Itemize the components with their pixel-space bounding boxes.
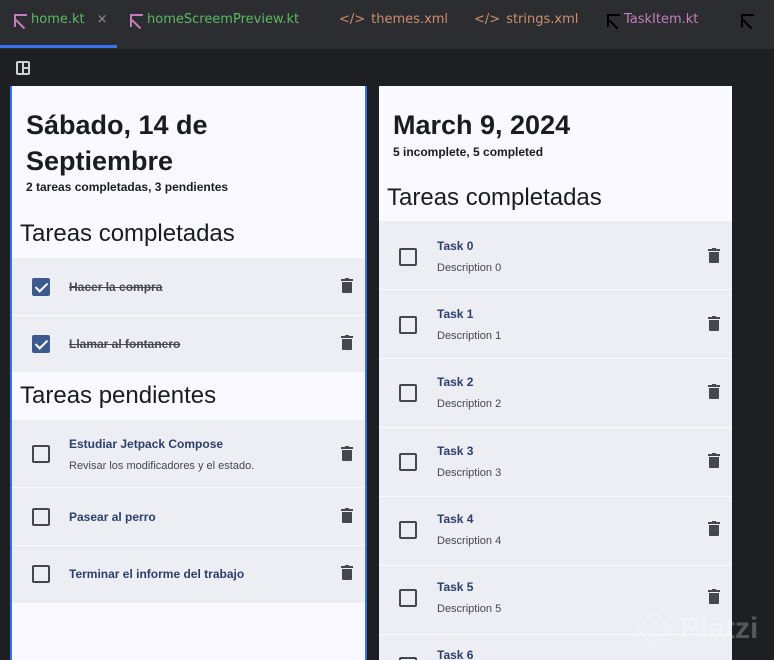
xml-file-icon: </> [474, 12, 501, 27]
tab-label: homeScreemPreview.kt [147, 12, 300, 27]
tab-strings-xml[interactable]: </> strings.xml [474, 12, 578, 48]
delete-icon[interactable] [708, 453, 720, 468]
task-title: Task 0 [437, 239, 474, 253]
preview-toolbar [0, 50, 774, 85]
active-tab-indicator [0, 45, 117, 48]
kotlin-file-icon [130, 14, 143, 27]
task-title: Llamar al fontanero [69, 337, 181, 351]
delete-icon[interactable] [341, 565, 353, 580]
tab-taskitem-kt[interactable]: TaskItem.kt [607, 12, 698, 48]
date-title-line1: Sábado, 14 de [26, 110, 208, 140]
kotlin-file-icon [741, 14, 754, 27]
completed-section-header: Tareas completadas [20, 220, 235, 247]
task-description: Description 0 [437, 262, 502, 274]
tab-label: home.kt [31, 12, 85, 27]
task-summary: 5 incomplete, 5 completed [393, 145, 544, 159]
delete-icon[interactable] [341, 446, 353, 461]
kotlin-file-icon [14, 14, 27, 27]
task-title: Hacer la compra [69, 280, 163, 294]
task-title: Task 5 [437, 580, 474, 594]
task-description: Description 3 [437, 467, 502, 479]
task-description: Description 2 [437, 398, 502, 410]
delete-icon[interactable] [341, 335, 353, 350]
pending-task-list: Estudiar Jetpack Compose Revisar los mod… [12, 420, 365, 603]
tab-label: strings.xml [506, 12, 579, 27]
task-summary: 2 tareas completadas, 3 pendientes [26, 180, 229, 194]
close-tab-icon[interactable]: × [97, 12, 108, 28]
task-checkbox[interactable] [399, 316, 417, 334]
editor-tab-bar: home.kt × homeScreemPreview.kt </> theme… [0, 0, 774, 50]
preview-home-screen[interactable]: Sábado, 14 de Septiembre 2 tareas comple… [10, 86, 367, 660]
task-title: Task 2 [437, 375, 474, 389]
task-title: Estudiar Jetpack Compose [69, 437, 224, 451]
task-item[interactable]: Task 2 Description 2 [379, 359, 732, 427]
tab-overflow[interactable] [741, 12, 754, 48]
delete-icon[interactable] [708, 316, 720, 331]
delete-icon[interactable] [341, 278, 353, 293]
delete-icon[interactable] [708, 384, 720, 399]
task-checkbox[interactable] [399, 589, 417, 607]
tab-themes-xml[interactable]: </> themes.xml [339, 12, 448, 48]
task-checkbox[interactable] [32, 335, 50, 353]
task-checkbox[interactable] [32, 508, 50, 526]
task-item[interactable]: Task 4 Description 4 [379, 497, 732, 565]
task-item[interactable]: Task 0 Description 0 [379, 221, 732, 289]
delete-icon[interactable] [708, 589, 720, 604]
task-checkbox[interactable] [399, 248, 417, 266]
tab-home-screem-preview-kt[interactable]: homeScreemPreview.kt [130, 12, 299, 48]
delete-icon[interactable] [341, 508, 353, 523]
completed-section-header: Tareas completadas [387, 184, 602, 211]
date-title-line2: Septiembre [26, 146, 174, 176]
task-item[interactable]: Estudiar Jetpack Compose Revisar los mod… [12, 420, 365, 487]
task-item[interactable]: Llamar al fontanero [12, 316, 365, 372]
pending-section-header: Tareas pendientes [20, 382, 217, 409]
layout-toggle-icon[interactable] [16, 61, 30, 75]
task-description: Description 4 [437, 535, 502, 547]
tab-label: TaskItem.kt [624, 12, 699, 27]
task-title: Task 3 [437, 444, 474, 458]
task-checkbox[interactable] [32, 565, 50, 583]
task-title: Task 1 [437, 307, 474, 321]
task-title: Pasear al perro [69, 510, 156, 524]
completed-task-list: Hacer la compra Llamar al fontanero [12, 258, 365, 372]
tab-home-kt[interactable]: home.kt × [14, 12, 108, 48]
task-item[interactable]: Task 1 Description 1 [379, 290, 732, 358]
tab-label: themes.xml [371, 12, 449, 27]
task-title: Task 4 [437, 512, 474, 526]
task-description: Revisar los modificadores y el estado. [69, 460, 255, 472]
task-checkbox[interactable] [399, 384, 417, 402]
task-list: Task 0 Description 0 Task 1 Description … [379, 221, 732, 660]
task-checkbox[interactable] [32, 445, 50, 463]
preview-task-list-screen[interactable]: March 9, 2024 5 incomplete, 5 completed … [379, 86, 732, 660]
task-item[interactable]: Pasear al perro [12, 488, 365, 545]
task-item[interactable]: Terminar el informe del trabajo [12, 546, 365, 603]
xml-file-icon: </> [339, 12, 366, 27]
watermark: Platzi [680, 612, 759, 645]
kotlin-file-icon [607, 14, 620, 27]
delete-icon[interactable] [708, 248, 720, 263]
editor-gutter [732, 86, 774, 660]
task-title: Task 6 [437, 648, 474, 660]
task-description: Description 5 [437, 603, 502, 615]
task-checkbox[interactable] [399, 453, 417, 471]
date-title: March 9, 2024 [393, 110, 571, 140]
task-item[interactable]: Task 3 Description 3 [379, 428, 732, 496]
task-checkbox[interactable] [32, 278, 50, 296]
task-item[interactable]: Hacer la compra [12, 258, 365, 315]
task-title: Terminar el informe del trabajo [69, 567, 245, 581]
task-description: Description 1 [437, 330, 502, 342]
delete-icon[interactable] [708, 521, 720, 536]
task-checkbox[interactable] [399, 521, 417, 539]
